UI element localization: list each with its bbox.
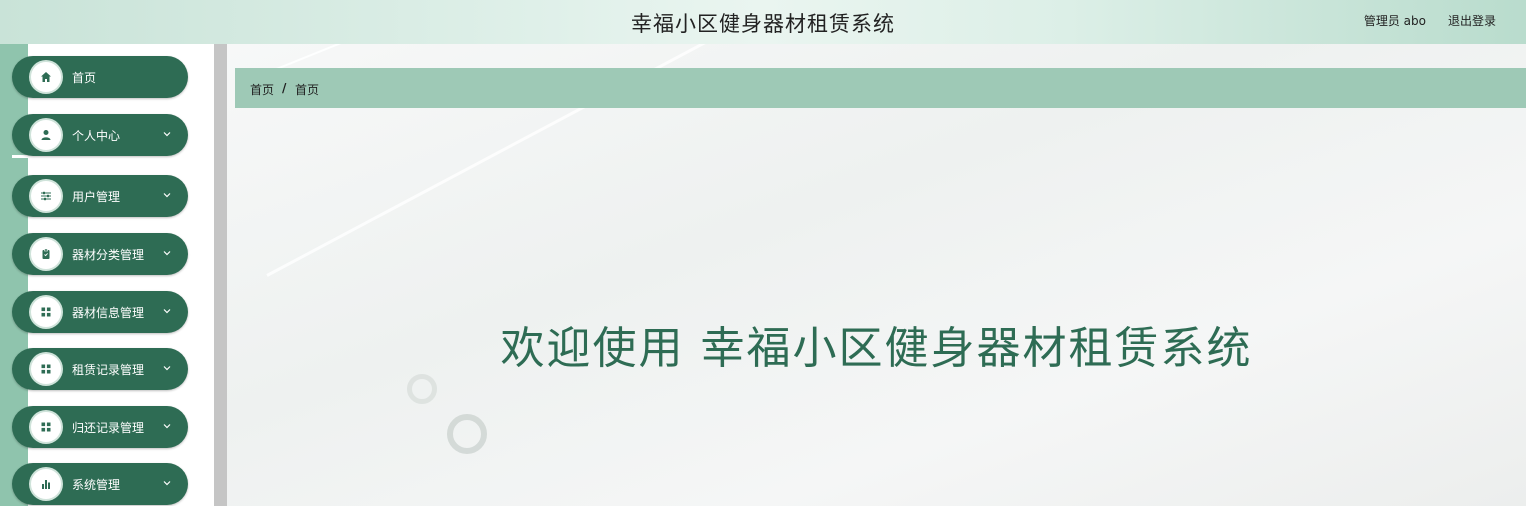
sidebar-item-label: 租赁记录管理 [72, 363, 145, 377]
sidebar-item-label: 归还记录管理 [72, 421, 145, 435]
breadcrumb-current: 首页 [295, 83, 320, 97]
chevron-down-icon [163, 193, 171, 198]
chevron-down-icon [163, 132, 171, 137]
sidebar-item-label: 首页 [72, 71, 97, 85]
chevron-down-icon [163, 309, 171, 314]
main-content: 首页 / 首页 欢迎使用 幸福小区健身器材租赁系统 [227, 44, 1526, 506]
sidebar-item-label: 系统管理 [72, 478, 121, 492]
grid-icon [31, 297, 61, 327]
background-decoration [447, 414, 487, 454]
chevron-down-icon [163, 251, 171, 256]
sidebar-item-home[interactable]: 首页 [12, 56, 188, 98]
chevron-down-icon [163, 424, 171, 429]
sidebar-item-personal-center[interactable]: 个人中心 [12, 114, 188, 156]
sidebar-item-equipment-category[interactable]: 器材分类管理 [12, 233, 188, 275]
sidebar-scrollbar[interactable] [214, 44, 227, 506]
bar-chart-icon [31, 469, 61, 499]
sidebar-item-label: 个人中心 [72, 129, 121, 143]
breadcrumb-home-link[interactable]: 首页 [250, 81, 274, 98]
sidebar-item-rental-records[interactable]: 租赁记录管理 [12, 348, 188, 390]
sidebar-item-return-records[interactable]: 归还记录管理 [12, 406, 188, 448]
breadcrumb-separator: / [282, 81, 287, 95]
chevron-down-icon [163, 366, 171, 371]
chevron-down-icon [163, 481, 171, 486]
background-decoration [407, 374, 437, 404]
home-icon [31, 62, 61, 92]
sidebar-item-system-management[interactable]: 系统管理 [12, 463, 188, 505]
sidebar-item-label: 器材信息管理 [72, 306, 145, 320]
top-header: 幸福小区健身器材租赁系统 管理员 abo 退出登录 [0, 0, 1526, 44]
sidebar-item-label: 用户管理 [72, 190, 121, 204]
breadcrumb: 首页 / 首页 [235, 68, 1526, 108]
grid-icon [31, 354, 61, 384]
sidebar-item-equipment-info[interactable]: 器材信息管理 [12, 291, 188, 333]
welcome-heading: 欢迎使用 幸福小区健身器材租赁系统 [500, 323, 1253, 374]
current-user-label: 管理员 abo [1363, 14, 1426, 28]
sliders-icon [31, 181, 61, 211]
person-icon [31, 120, 61, 150]
sidebar-divider [12, 155, 28, 158]
logout-link[interactable]: 退出登录 [1448, 12, 1496, 29]
app-title: 幸福小区健身器材租赁系统 [631, 12, 895, 36]
sidebar-item-user-management[interactable]: 用户管理 [12, 175, 188, 217]
sidebar-item-label: 器材分类管理 [72, 248, 145, 262]
clipboard-icon [31, 239, 61, 269]
grid-icon [31, 412, 61, 442]
